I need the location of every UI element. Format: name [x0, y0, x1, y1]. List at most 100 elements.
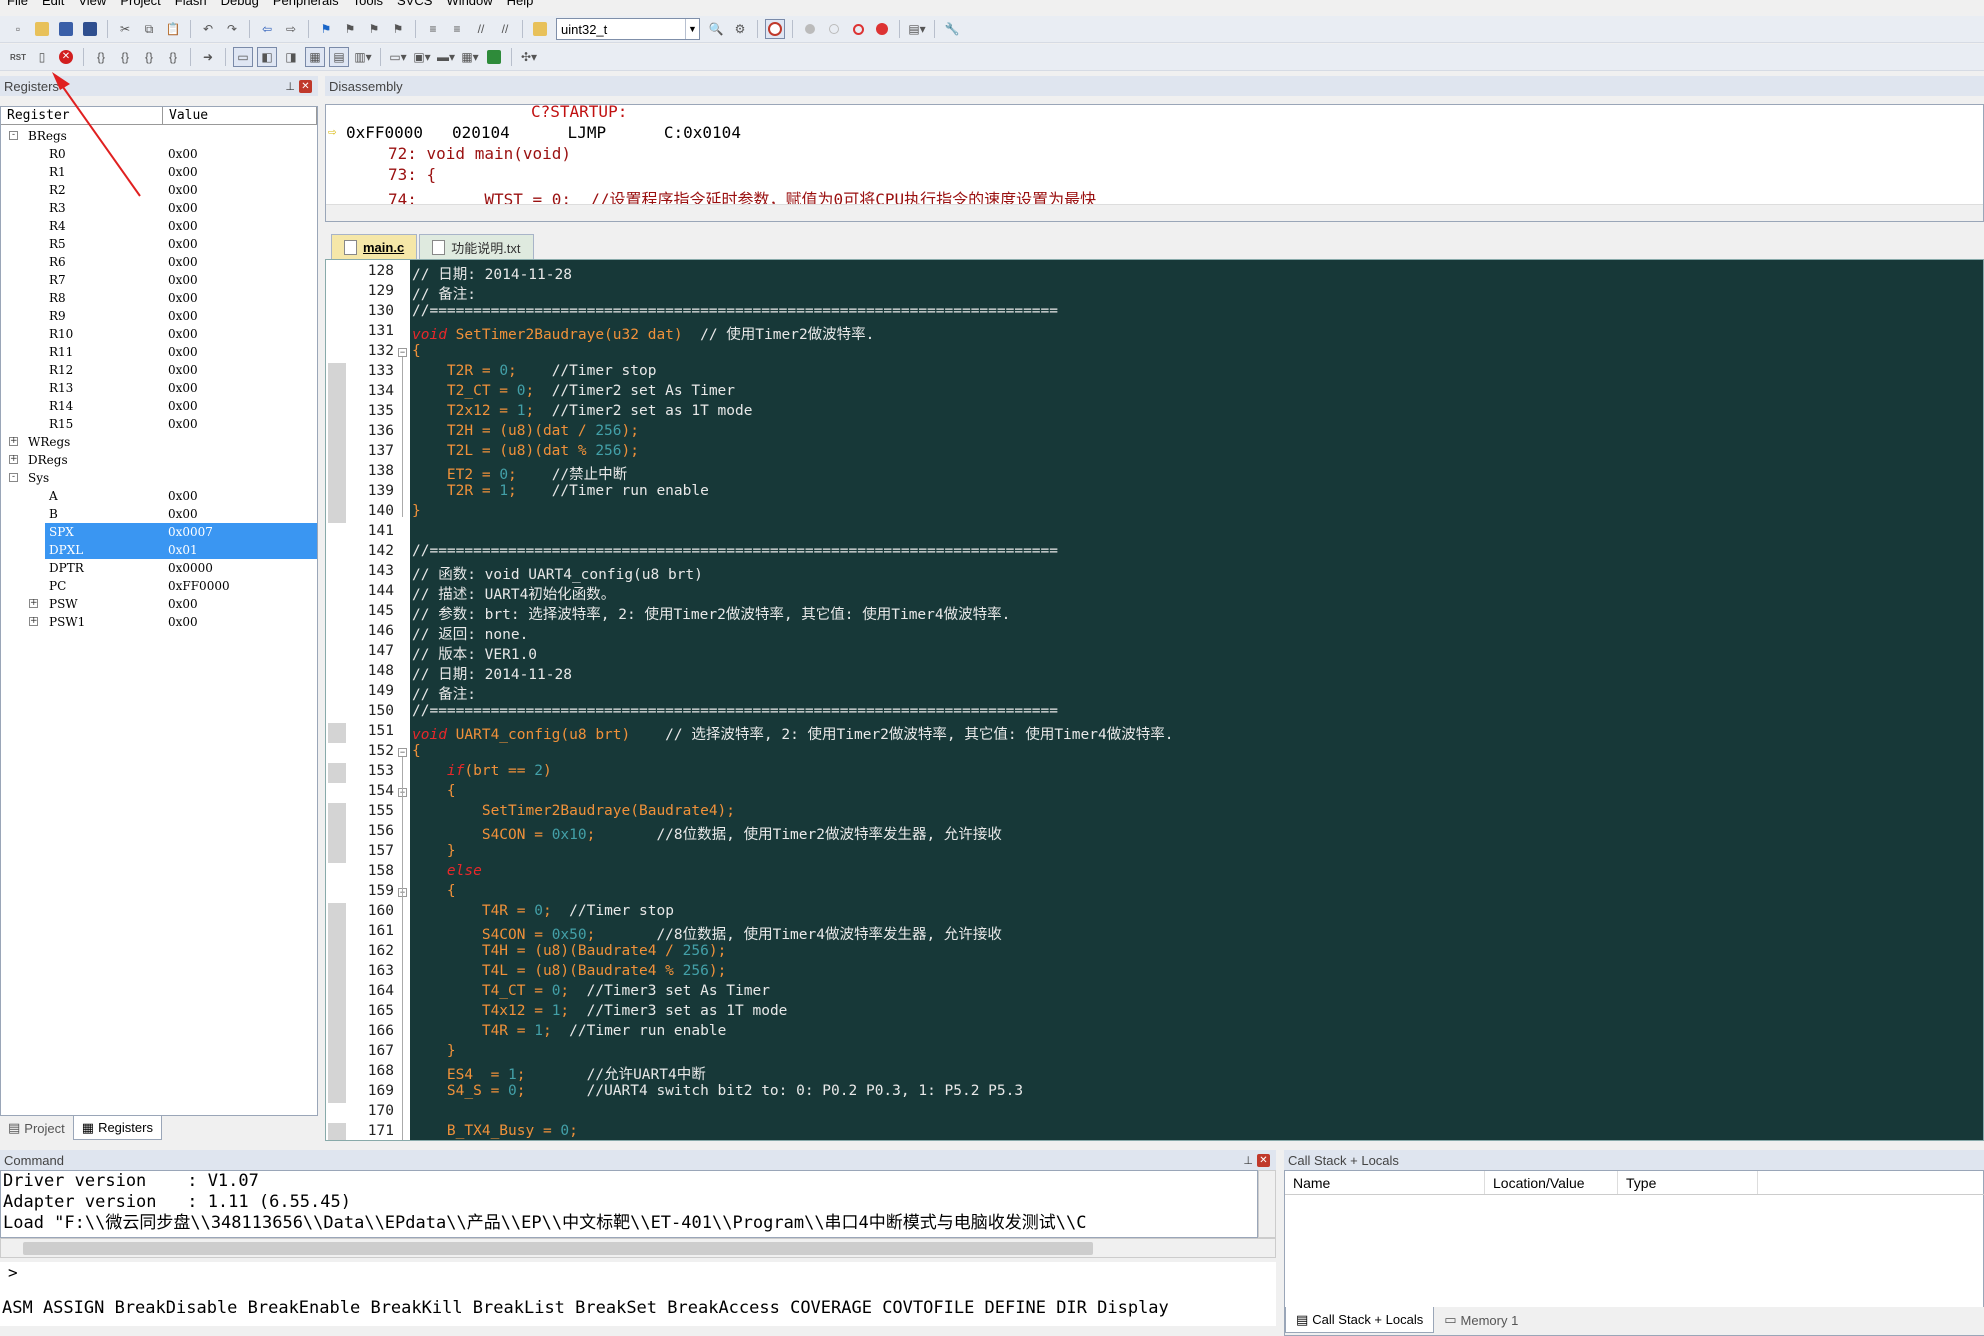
breakpoint-disable-all-icon[interactable]: [848, 19, 868, 39]
code-line[interactable]: // 返回: none.: [412, 623, 528, 644]
reset-cpu-icon[interactable]: RST: [8, 47, 28, 67]
find-in-files-icon[interactable]: [530, 19, 550, 39]
register-row[interactable]: R2 0x00: [1, 181, 317, 199]
code-line[interactable]: T4L = (u8)(Baudrate4 % 256);: [412, 963, 726, 979]
menu-svcs[interactable]: SVCS: [390, 0, 439, 11]
step-out-icon[interactable]: {}: [139, 47, 159, 67]
register-row[interactable]: + DRegs: [1, 451, 317, 469]
code-line[interactable]: ET2 = 0; //禁止中断: [412, 463, 627, 484]
new-file-icon[interactable]: ▫: [8, 19, 28, 39]
save-all-icon[interactable]: [80, 19, 100, 39]
col-location[interactable]: Location/Value: [1485, 1171, 1618, 1194]
code-line[interactable]: T2R = 1; //Timer run enable: [412, 483, 709, 499]
close-icon[interactable]: ✕: [299, 79, 312, 93]
register-row[interactable]: R1 0x00: [1, 163, 317, 181]
register-row[interactable]: DPTR 0x0000: [1, 559, 317, 577]
register-row[interactable]: R4 0x00: [1, 217, 317, 235]
register-row[interactable]: R0 0x00: [1, 145, 317, 163]
find-icon[interactable]: 🔍: [706, 19, 726, 39]
menu-help[interactable]: Help: [500, 0, 541, 11]
register-value[interactable]: 0x00: [168, 361, 198, 379]
chevron-down-icon[interactable]: ▼: [685, 19, 699, 39]
code-line[interactable]: // 版本: VER1.0: [412, 643, 537, 664]
code-line[interactable]: SetTimer2Baudraye(Baudrate4);: [412, 803, 735, 819]
unindent-icon[interactable]: ≡: [447, 19, 467, 39]
code-line[interactable]: // 备注:: [412, 283, 476, 304]
command-window-icon[interactable]: ▭: [233, 47, 253, 67]
command-vscrollbar[interactable]: [1258, 1170, 1276, 1238]
register-row[interactable]: R11 0x00: [1, 343, 317, 361]
register-value[interactable]: 0x00: [168, 307, 198, 325]
register-row[interactable]: R14 0x00: [1, 397, 317, 415]
indent-icon[interactable]: ≡: [423, 19, 443, 39]
disassembly-window[interactable]: ⇨ C?STARTUP: 0xFF0000 020104 LJMP C:0x010…: [325, 104, 1984, 222]
configure-icon[interactable]: 🔧: [942, 19, 962, 39]
code-line[interactable]: else: [412, 863, 482, 879]
register-row[interactable]: + PSW 0x00: [1, 595, 317, 613]
pin-icon[interactable]: ⊥: [285, 80, 295, 93]
register-value[interactable]: 0x00: [168, 325, 198, 343]
code-line[interactable]: T4x12 = 1; //Timer3 set as 1T mode: [412, 1003, 788, 1019]
tab-callstack[interactable]: ▤ Call Stack + Locals: [1285, 1307, 1435, 1333]
run-icon[interactable]: ▯: [32, 47, 52, 67]
code-line[interactable]: {: [412, 343, 421, 359]
nav-forward-icon[interactable]: ⇨: [281, 19, 301, 39]
breakpoint-enable-icon[interactable]: [824, 19, 844, 39]
menu-view[interactable]: View: [71, 0, 113, 11]
code-line[interactable]: {: [412, 883, 456, 899]
code-line[interactable]: T2x12 = 1; //Timer2 set as 1T mode: [412, 403, 753, 419]
code-line[interactable]: //======================================…: [412, 703, 1058, 719]
command-hscrollbar[interactable]: [0, 1238, 1276, 1258]
register-value[interactable]: 0x00: [168, 217, 198, 235]
bookmark-prev-icon[interactable]: ⚑: [340, 19, 360, 39]
menu-edit[interactable]: Edit: [35, 0, 71, 11]
code-line[interactable]: // 日期: 2014-11-28: [412, 663, 572, 684]
disassembly-window-icon[interactable]: ◧: [257, 47, 277, 67]
register-row[interactable]: R5 0x00: [1, 235, 317, 253]
expand-icon[interactable]: +: [9, 455, 18, 464]
register-row[interactable]: R6 0x00: [1, 253, 317, 271]
bookmark-next-icon[interactable]: ⚑: [364, 19, 384, 39]
code-line[interactable]: T2H = (u8)(dat / 256);: [412, 423, 639, 439]
code-line[interactable]: void UART4_config(u8 brt) // 选择波特率, 2: 使…: [412, 723, 1173, 744]
disassembly-hscrollbar[interactable]: [326, 204, 1983, 221]
tab-readme-txt[interactable]: 功能说明.txt: [419, 234, 534, 259]
analysis-window-icon[interactable]: ▬▾: [436, 47, 456, 67]
menu-project[interactable]: Project: [113, 0, 167, 11]
code-line[interactable]: S4_S = 0; //UART4 switch bit2 to: 0: P0.…: [412, 1083, 1023, 1099]
code-line[interactable]: //======================================…: [412, 303, 1058, 319]
code-line[interactable]: T2R = 0; //Timer stop: [412, 363, 657, 379]
code-line[interactable]: T4R = 0; //Timer stop: [412, 903, 674, 919]
fold-toggle-icon[interactable]: −: [398, 748, 407, 757]
col-register[interactable]: Register: [1, 107, 163, 124]
register-row[interactable]: + WRegs: [1, 433, 317, 451]
register-row[interactable]: R15 0x00: [1, 415, 317, 433]
code-line[interactable]: }: [412, 843, 456, 859]
expand-icon[interactable]: +: [29, 599, 38, 608]
register-value[interactable]: 0x00: [168, 163, 198, 181]
menu-peripherals[interactable]: Peripherals: [266, 0, 346, 11]
register-row[interactable]: B 0x00: [1, 505, 317, 523]
code-line[interactable]: // 参数: brt: 选择波特率, 2: 使用Timer2做波特率, 其它值:…: [412, 603, 1010, 624]
register-value[interactable]: 0x00: [168, 613, 198, 631]
register-row[interactable]: R10 0x00: [1, 325, 317, 343]
register-row[interactable]: PC 0xFF0000: [1, 577, 317, 595]
menu-file[interactable]: File: [0, 0, 35, 11]
register-value[interactable]: 0x00: [168, 199, 198, 217]
tab-registers[interactable]: ▦ Registers: [72, 1116, 162, 1140]
command-input[interactable]: >: [0, 1262, 1276, 1290]
uncomment-icon[interactable]: //: [495, 19, 515, 39]
register-row[interactable]: DPXL 0x01: [1, 541, 317, 559]
register-value[interactable]: 0x00: [168, 379, 198, 397]
register-value[interactable]: 0x00: [168, 397, 198, 415]
code-line[interactable]: B_TX4_Busy = 0;: [412, 1123, 578, 1139]
breakpoint-kill-all-icon[interactable]: [872, 19, 892, 39]
code-line[interactable]: if(brt == 2): [412, 763, 552, 779]
bookmark-icon[interactable]: ⚑: [316, 19, 336, 39]
copy-icon[interactable]: ⧉: [139, 19, 159, 39]
register-value[interactable]: 0x00: [168, 253, 198, 271]
step-into-icon[interactable]: {}: [91, 47, 111, 67]
collapse-icon[interactable]: -: [9, 131, 18, 140]
run-to-cursor-icon[interactable]: {}: [163, 47, 183, 67]
register-value[interactable]: 0x0000: [168, 559, 213, 577]
